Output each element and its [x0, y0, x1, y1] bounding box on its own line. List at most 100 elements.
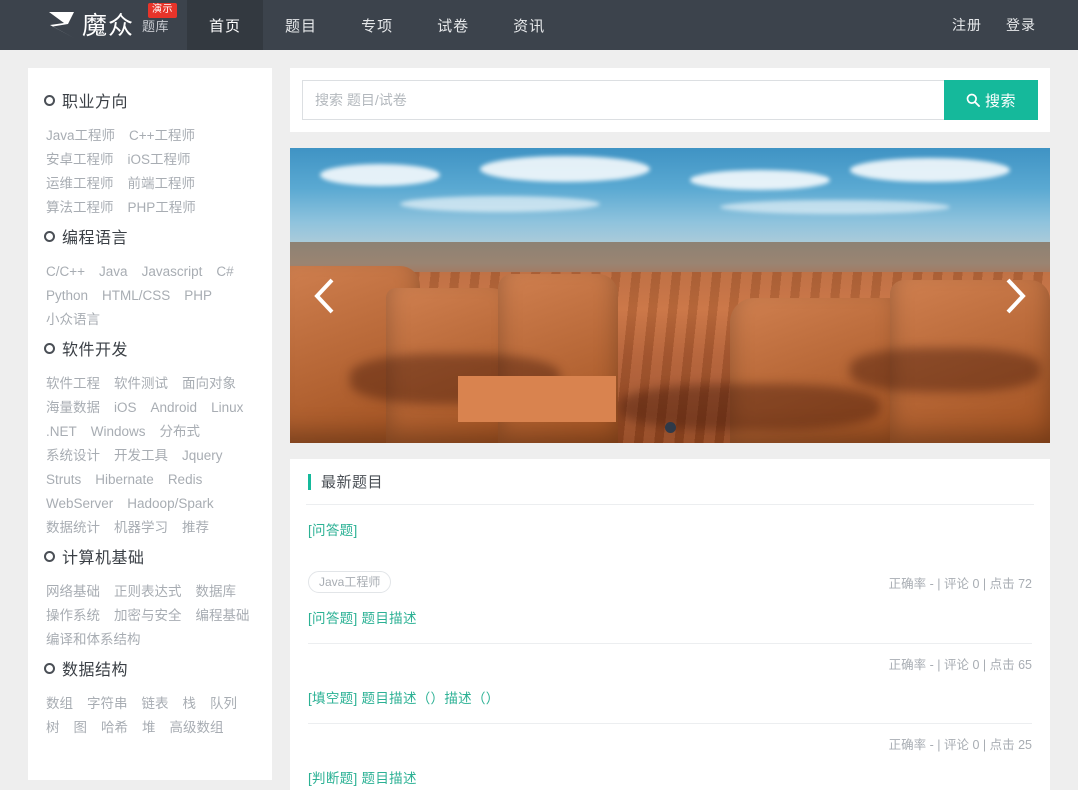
question-title-link[interactable]: [问答题] — [308, 521, 358, 541]
sidebar-tag-link[interactable]: C# — [216, 260, 233, 284]
sidebar-tag-link[interactable]: Java工程师 — [46, 124, 115, 148]
nav-item-questions[interactable]: 题目 — [263, 0, 339, 50]
sidebar-tag-link[interactable]: 数组 — [46, 692, 73, 716]
sidebar-tag-link[interactable]: Python — [46, 284, 88, 308]
sidebar-tag-link[interactable]: 树 — [46, 716, 60, 740]
sidebar-tag-link[interactable]: 软件测试 — [114, 372, 168, 396]
question-list-item[interactable]: [填空题] 题目描述（）描述（） 正确率 - | 评论 0 | 点击 25 — [306, 673, 1034, 753]
sidebar-tag-link[interactable]: 网络基础 — [46, 580, 100, 604]
sidebar-tag-link[interactable]: 堆 — [142, 716, 156, 740]
carousel-dot[interactable] — [664, 422, 676, 433]
sidebar-tag-link[interactable]: PHP — [184, 284, 212, 308]
sidebar-tag-link[interactable]: 正则表达式 — [114, 580, 182, 604]
sidebar-tag-link[interactable]: 开发工具 — [114, 444, 168, 468]
question-meta-row: 正确率 - | 评论 0 | 点击 25 — [308, 723, 1032, 753]
search-icon — [966, 93, 980, 107]
sidebar-tag-list: 软件工程 软件测试 面向对象海量数据 iOS Android Linux .NET Windo… — [44, 372, 256, 540]
search-button[interactable]: 搜索 — [944, 80, 1038, 120]
sidebar-tag-link[interactable]: Hadoop/Spark — [127, 492, 213, 516]
demo-badge: 演示 — [148, 3, 177, 18]
sidebar-tag-list: Java工程师 C++工程师 安卓工程师 iOS工程师 运维工程师 前端工程师 算法工程师 P… — [44, 124, 256, 220]
sidebar-tag-link[interactable]: Javascript — [142, 260, 203, 284]
sidebar-tag-link[interactable]: Android — [151, 396, 198, 420]
question-list-item[interactable]: [问答题] Java工程师 正确率 - | 评论 0 | 点击 72 — [306, 505, 1034, 593]
sidebar-tag-link[interactable]: 机器学习 — [114, 516, 168, 540]
question-title-link[interactable]: [问答题] 题目描述 — [308, 609, 417, 629]
sidebar-tag-link[interactable]: Redis — [168, 468, 203, 492]
sidebar-tag-link[interactable]: 哈希 — [101, 716, 128, 740]
question-tag[interactable]: Java工程师 — [308, 571, 392, 593]
question-list-item[interactable]: [判断题] 题目描述 — [306, 753, 1034, 789]
search-input[interactable] — [302, 80, 944, 120]
sidebar-tag-link[interactable]: 软件工程 — [46, 372, 100, 396]
carousel-next-button[interactable] — [992, 270, 1038, 322]
sidebar-tag-link[interactable]: 高级数组 — [170, 716, 224, 740]
sidebar-tag-link[interactable]: Java — [99, 260, 128, 284]
sidebar-tag-link[interactable]: 面向对象 — [182, 372, 236, 396]
sidebar-tag-link[interactable]: Hibernate — [95, 468, 154, 492]
sidebar-tag-link[interactable]: 分布式 — [160, 420, 201, 444]
sidebar-tag-link[interactable]: 数据统计 — [46, 516, 100, 540]
sidebar-tag-link[interactable]: C/C++ — [46, 260, 85, 284]
sidebar-tag-link[interactable]: 栈 — [183, 692, 197, 716]
sidebar-section-label: 计算机基础 — [62, 550, 145, 567]
sidebar-tag-link[interactable]: HTML/CSS — [102, 284, 170, 308]
sidebar-tag-list: 数组 字符串 链表栈队列树图哈希堆高级数组 — [44, 692, 256, 740]
site-header: 魔众 题库 演示 首页 题目 专项 试卷 资讯 注册 登录 — [0, 0, 1078, 50]
accent-bar — [308, 473, 311, 490]
nav-item-home[interactable]: 首页 — [187, 0, 264, 50]
sidebar-section: 编程语言 C/C++ Java Javascript C# Python HTML/CSS P… — [44, 224, 256, 332]
sidebar-tag-link[interactable]: 系统设计 — [46, 444, 100, 468]
sidebar-tag-link[interactable]: 前端工程师 — [128, 172, 196, 196]
question-meta-row: Java工程师 正确率 - | 评论 0 | 点击 72 — [308, 555, 1032, 593]
sidebar-tag-link[interactable]: Struts — [46, 468, 81, 492]
register-link[interactable]: 注册 — [940, 15, 994, 35]
sidebar-tag-link[interactable]: 链表 — [142, 692, 169, 716]
login-link[interactable]: 登录 — [994, 15, 1048, 35]
sidebar-section-label: 职业方向 — [62, 94, 129, 111]
sidebar-tag-link[interactable]: 运维工程师 — [46, 172, 114, 196]
carousel-prev-button[interactable] — [302, 270, 348, 322]
sidebar-tag-link[interactable]: 安卓工程师 — [46, 148, 114, 172]
sidebar-tag-link[interactable]: 编程基础 — [196, 604, 250, 628]
sidebar-tag-link[interactable]: 算法工程师 — [46, 196, 114, 220]
sidebar-tag-link[interactable]: Linux — [211, 396, 243, 420]
sidebar-tag-link[interactable]: 加密与安全 — [114, 604, 182, 628]
logo[interactable]: 魔众 题库 演示 — [0, 0, 187, 50]
sidebar-section: 软件开发 软件工程 软件测试 面向对象 海量数据 iOS Android Linux .NET W… — [44, 336, 256, 540]
sidebar-section-title: 计算机基础 — [44, 544, 256, 568]
search-bar: 搜索 — [290, 68, 1050, 132]
sidebar-tag-link[interactable]: 推荐 — [182, 516, 209, 540]
sidebar-tag-link[interactable]: 字符串 — [87, 692, 128, 716]
panel-title: 最新题目 — [321, 474, 384, 491]
nav-item-papers[interactable]: 试卷 — [415, 0, 491, 50]
sidebar-tag-link[interactable]: iOS工程师 — [128, 148, 191, 172]
sidebar-tag-link[interactable]: 数据库 — [196, 580, 237, 604]
sidebar-tag-link[interactable]: 队列 — [210, 692, 237, 716]
sidebar-tag-link[interactable]: 编译和体系结构 — [46, 628, 141, 652]
banner-carousel[interactable] — [290, 148, 1050, 443]
circle-bullet-icon — [44, 94, 55, 106]
nav-item-news[interactable]: 资讯 — [491, 0, 567, 50]
sidebar-section-title: 职业方向 — [44, 88, 256, 112]
logo-text: 魔众 — [82, 10, 135, 40]
panel-header: 最新题目 — [306, 459, 1034, 505]
question-title-link[interactable]: [判断题] 题目描述 — [308, 769, 417, 789]
sidebar-tag-link[interactable]: 操作系统 — [46, 604, 100, 628]
logo-subtitle: 题库 — [142, 18, 170, 34]
question-list-item[interactable]: [问答题] 题目描述正确率 - | 评论 0 | 点击 65 — [306, 593, 1034, 673]
question-stats: 正确率 - | 评论 0 | 点击 65 — [880, 654, 1032, 673]
sidebar-tag-link[interactable]: .NET — [46, 420, 77, 444]
question-tag-list: Java工程师 — [308, 571, 392, 593]
sidebar-tag-link[interactable]: WebServer — [46, 492, 113, 516]
question-title-link[interactable]: [填空题] 题目描述（）描述（） — [308, 689, 500, 709]
sidebar-tag-link[interactable]: Jquery — [182, 444, 223, 468]
sidebar-tag-link[interactable]: 小众语言 — [46, 308, 100, 332]
sidebar-tag-link[interactable]: C++工程师 — [129, 124, 195, 148]
sidebar-tag-link[interactable]: 海量数据 — [46, 396, 100, 420]
sidebar-tag-link[interactable]: PHP工程师 — [128, 196, 196, 220]
sidebar-tag-link[interactable]: Windows — [91, 420, 146, 444]
sidebar-tag-link[interactable]: iOS — [114, 396, 137, 420]
sidebar-tag-link[interactable]: 图 — [74, 716, 88, 740]
nav-item-special[interactable]: 专项 — [339, 0, 415, 50]
